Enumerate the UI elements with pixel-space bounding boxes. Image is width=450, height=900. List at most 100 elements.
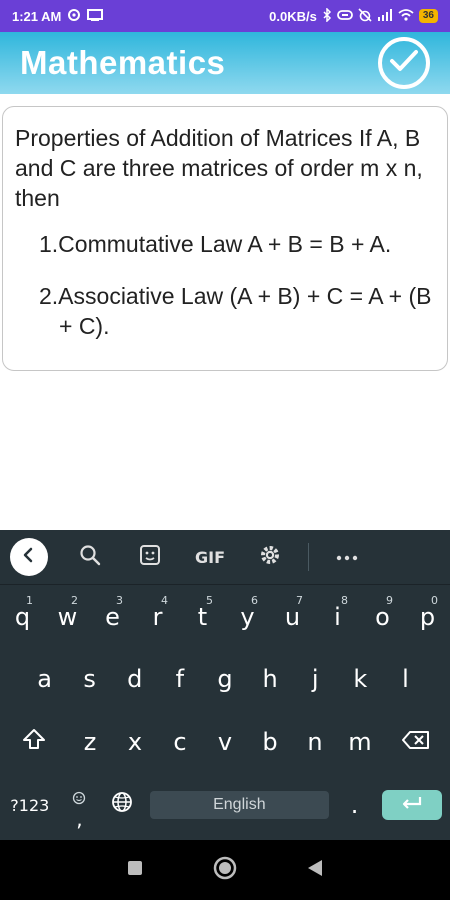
- alarm-off-icon: [358, 7, 372, 25]
- key-a[interactable]: a: [22, 648, 67, 710]
- key-t[interactable]: t5: [180, 586, 225, 648]
- enter-key[interactable]: [382, 790, 443, 820]
- network-speed: 0.0KB/s: [269, 8, 317, 24]
- keyboard: GIF q1 w2 e3 r4 t5 y6 u7 i8 o9 p0 a s d …: [0, 530, 450, 840]
- circle-icon: [213, 856, 237, 884]
- key-label: r: [152, 603, 163, 631]
- keyboard-more-button[interactable]: [317, 548, 377, 566]
- backspace-icon: [402, 728, 430, 756]
- key-label: t: [197, 603, 208, 631]
- gear-icon: [259, 544, 281, 571]
- language-key[interactable]: [99, 774, 144, 836]
- key-x[interactable]: x: [113, 711, 158, 773]
- key-hint: 5: [206, 594, 213, 607]
- key-hint: 9: [386, 594, 393, 607]
- key-r[interactable]: r4: [135, 586, 180, 648]
- key-w[interactable]: w2: [45, 586, 90, 648]
- key-label: p: [419, 603, 436, 631]
- key-g[interactable]: g: [202, 648, 247, 710]
- search-icon: [79, 544, 101, 571]
- content-card: Properties of Addition of Matrices If A,…: [2, 106, 448, 371]
- screen-cast-icon: [87, 8, 104, 24]
- key-q[interactable]: q1: [0, 586, 45, 648]
- key-label: u: [284, 603, 301, 631]
- app-notification-icon: [67, 8, 81, 25]
- checkmark-icon: [389, 48, 419, 79]
- space-key[interactable]: English: [149, 791, 329, 819]
- app-title: Mathematics: [20, 44, 226, 81]
- recents-button[interactable]: [127, 860, 143, 881]
- key-hint: 7: [296, 594, 303, 607]
- status-time: 1:21 AM: [12, 8, 62, 24]
- key-d[interactable]: d: [112, 648, 157, 710]
- comma-label: ,: [76, 807, 83, 831]
- chevron-left-icon: [22, 547, 36, 568]
- key-label: i: [334, 603, 341, 631]
- symbols-key[interactable]: ?123: [0, 774, 60, 836]
- globe-icon: [111, 791, 133, 819]
- key-i[interactable]: i8: [315, 586, 360, 648]
- gif-label: GIF: [194, 547, 225, 567]
- key-o[interactable]: o9: [360, 586, 405, 648]
- keyboard-row-3: z x c v b n m: [0, 711, 450, 773]
- key-p[interactable]: p0: [405, 586, 450, 648]
- home-button[interactable]: [213, 856, 237, 885]
- keyboard-row-1: q1 w2 e3 r4 t5 y6 u7 i8 o9 p0: [0, 586, 450, 648]
- key-hint: 8: [341, 594, 348, 607]
- square-icon: [127, 860, 143, 880]
- key-y[interactable]: y6: [225, 586, 270, 648]
- backspace-key[interactable]: [383, 711, 450, 773]
- bluetooth-icon: [322, 6, 332, 25]
- key-z[interactable]: z: [68, 711, 113, 773]
- sticker-icon: [139, 544, 161, 571]
- content-intro: Properties of Addition of Matrices If A,…: [15, 125, 423, 211]
- keyboard-sticker-button[interactable]: [120, 544, 180, 571]
- period-key[interactable]: .: [335, 774, 375, 836]
- key-m[interactable]: m: [338, 711, 383, 773]
- key-label: q: [14, 603, 31, 631]
- key-v[interactable]: v: [203, 711, 248, 773]
- keyboard-toolbar: GIF: [0, 530, 450, 585]
- commutative-law: 1.Commutative Law A + B = B + A.: [39, 231, 392, 257]
- back-button[interactable]: [307, 859, 323, 882]
- keyboard-row-2: a s d f g h j k l: [0, 648, 450, 710]
- cellular-signal-icon: [377, 8, 393, 24]
- key-k[interactable]: k: [338, 648, 383, 710]
- keyboard-gif-button[interactable]: GIF: [180, 548, 240, 567]
- app-bar: Mathematics: [0, 32, 450, 94]
- key-hint: 2: [71, 594, 78, 607]
- key-h[interactable]: h: [248, 648, 293, 710]
- key-e[interactable]: e3: [90, 586, 135, 648]
- key-u[interactable]: u7: [270, 586, 315, 648]
- key-hint: 4: [161, 594, 168, 607]
- shift-key[interactable]: [0, 711, 68, 773]
- key-hint: 6: [251, 594, 258, 607]
- associative-law: 2.Associative Law (A + B) + C = A + (B +…: [39, 283, 432, 339]
- check-button[interactable]: [378, 37, 430, 89]
- key-hint: 0: [431, 594, 438, 607]
- key-label: y: [240, 603, 255, 631]
- key-hint: 1: [26, 594, 33, 607]
- key-hint: 3: [116, 594, 123, 607]
- navigation-bar: [0, 840, 450, 900]
- toolbar-divider: [308, 543, 309, 571]
- key-c[interactable]: c: [158, 711, 203, 773]
- hd-voice-icon: [336, 9, 353, 24]
- key-n[interactable]: n: [293, 711, 338, 773]
- triangle-back-icon: [307, 859, 323, 881]
- key-s[interactable]: s: [67, 648, 112, 710]
- battery-icon: 36: [418, 9, 438, 23]
- keyboard-back-button[interactable]: [10, 538, 48, 576]
- status-bar: 1:21 AM 0.0KB/s 36: [0, 0, 450, 32]
- key-f[interactable]: f: [157, 648, 202, 710]
- keyboard-row-4: ?123 , English .: [0, 774, 450, 836]
- key-label: w: [57, 603, 78, 631]
- enter-icon: [400, 795, 424, 816]
- comma-key[interactable]: ,: [60, 774, 100, 836]
- key-l[interactable]: l: [383, 648, 428, 710]
- key-j[interactable]: j: [293, 648, 338, 710]
- keyboard-search-button[interactable]: [60, 544, 120, 571]
- key-b[interactable]: b: [248, 711, 293, 773]
- more-horizontal-icon: [336, 548, 358, 566]
- keyboard-settings-button[interactable]: [240, 544, 300, 571]
